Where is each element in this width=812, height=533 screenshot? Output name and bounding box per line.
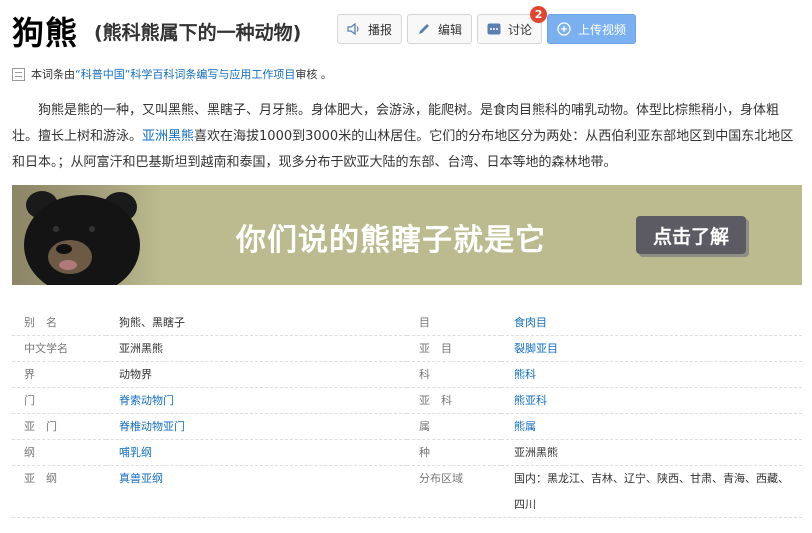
info-value-link[interactable]: 真兽亚纲 bbox=[119, 472, 163, 485]
info-value: 狗熊、黑瞎子 bbox=[106, 310, 407, 336]
info-label: 属 bbox=[407, 414, 501, 440]
pencil-icon bbox=[415, 21, 433, 37]
info-value-link[interactable]: 哺乳纲 bbox=[119, 446, 152, 459]
info-label: 亚 目 bbox=[407, 336, 501, 362]
info-value-link[interactable]: 脊索动物门 bbox=[119, 394, 174, 407]
info-label: 门 bbox=[12, 388, 106, 414]
info-label: 亚 纲 bbox=[24, 472, 57, 485]
info-value-link[interactable]: 脊椎动物亚门 bbox=[119, 420, 185, 433]
review-project-link[interactable]: “科普中国”科学百科词条编写与应用工作项目 bbox=[75, 66, 295, 82]
info-value: 亚洲黑熊 bbox=[501, 440, 802, 466]
speaker-icon bbox=[345, 21, 363, 37]
info-label: 科 bbox=[407, 362, 501, 388]
info-label: 目 bbox=[407, 310, 501, 336]
info-label: 纲 bbox=[12, 440, 106, 466]
info-value: 国内：黑龙江、吉林、辽宁、陕西、甘肃、青海、西藏、四川 bbox=[514, 472, 789, 511]
info-value-link[interactable]: 裂脚亚目 bbox=[514, 342, 558, 355]
discuss-label: 讨论 bbox=[508, 22, 533, 37]
discuss-count-badge: 2 bbox=[530, 6, 548, 23]
info-row: 别 名 狗熊、黑瞎子 目 食肉目 bbox=[12, 310, 802, 336]
info-label: 中文学名 bbox=[12, 336, 106, 362]
lemma-header: 狗熊 (熊科熊属下的一种动物) 播报 编辑 讨论 2 上传视频 bbox=[12, 6, 812, 52]
info-value: 动物界 bbox=[106, 362, 407, 388]
page-title: 狗熊 bbox=[12, 14, 79, 52]
broadcast-label: 播报 bbox=[368, 22, 393, 37]
info-value-link[interactable]: 熊科 bbox=[514, 368, 536, 381]
info-label: 界 bbox=[12, 362, 106, 388]
page-subtitle: (熊科熊属下的一种动物) bbox=[94, 22, 302, 44]
broadcast-button[interactable]: 播报 bbox=[337, 14, 403, 44]
info-value-link[interactable]: 熊属 bbox=[514, 420, 536, 433]
review-note: 本词条由 “科普中国”科学百科词条编写与应用工作项目 审核 。 bbox=[12, 66, 332, 82]
info-label: 分布区域 bbox=[419, 472, 463, 485]
info-row: 门 脊索动物门 亚 科 熊亚科 bbox=[12, 388, 802, 414]
info-label: 亚 科 bbox=[407, 388, 501, 414]
review-suffix: 审核 。 bbox=[295, 68, 332, 81]
document-icon bbox=[12, 67, 25, 81]
info-label: 种 bbox=[407, 440, 501, 466]
info-label: 别 名 bbox=[12, 310, 106, 336]
info-value-link[interactable]: 食肉目 bbox=[514, 316, 547, 329]
info-row: 中文学名 亚洲黑熊 亚 目 裂脚亚目 bbox=[12, 336, 802, 362]
info-value: 亚洲黑熊 bbox=[106, 336, 407, 362]
info-row: 纲 哺乳纲 种 亚洲黑熊 bbox=[12, 440, 802, 466]
upload-video-label: 上传视频 bbox=[578, 22, 627, 37]
info-value-link[interactable]: 熊亚科 bbox=[514, 394, 547, 407]
summary-link-asian-black-bear[interactable]: 亚洲黑熊 bbox=[142, 129, 194, 144]
lemma-summary: 狗熊是熊的一种，又叫黑熊、黑瞎子、月牙熊。身体肥大，会游泳，能爬树。是食肉目熊科… bbox=[12, 98, 802, 176]
table-bottom-divider bbox=[12, 517, 802, 518]
info-row: 亚 纲 真兽亚纲 分布区域 国内：黑龙江、吉林、辽宁、陕西、甘肃、青海、西藏、四… bbox=[12, 466, 802, 511]
plus-circle-icon bbox=[555, 21, 573, 37]
info-label: 亚 门 bbox=[12, 414, 106, 440]
chat-icon bbox=[485, 21, 503, 37]
upload-video-button[interactable]: 上传视频 bbox=[547, 14, 637, 44]
banner-text: 你们说的熊瞎子就是它 bbox=[236, 223, 546, 258]
edit-button[interactable]: 编辑 bbox=[407, 14, 473, 44]
bear-image bbox=[12, 185, 162, 285]
info-row: 亚 门 脊椎动物亚门 属 熊属 bbox=[12, 414, 802, 440]
info-row: 界 动物界 科 熊科 bbox=[12, 362, 802, 388]
learn-more-button[interactable]: 点击了解 bbox=[636, 216, 746, 254]
promo-banner[interactable]: 你们说的熊瞎子就是它 点击了解 bbox=[12, 185, 802, 285]
discuss-button[interactable]: 讨论 2 bbox=[477, 6, 548, 44]
review-prefix: 本词条由 bbox=[31, 68, 75, 81]
edit-label: 编辑 bbox=[438, 22, 463, 37]
